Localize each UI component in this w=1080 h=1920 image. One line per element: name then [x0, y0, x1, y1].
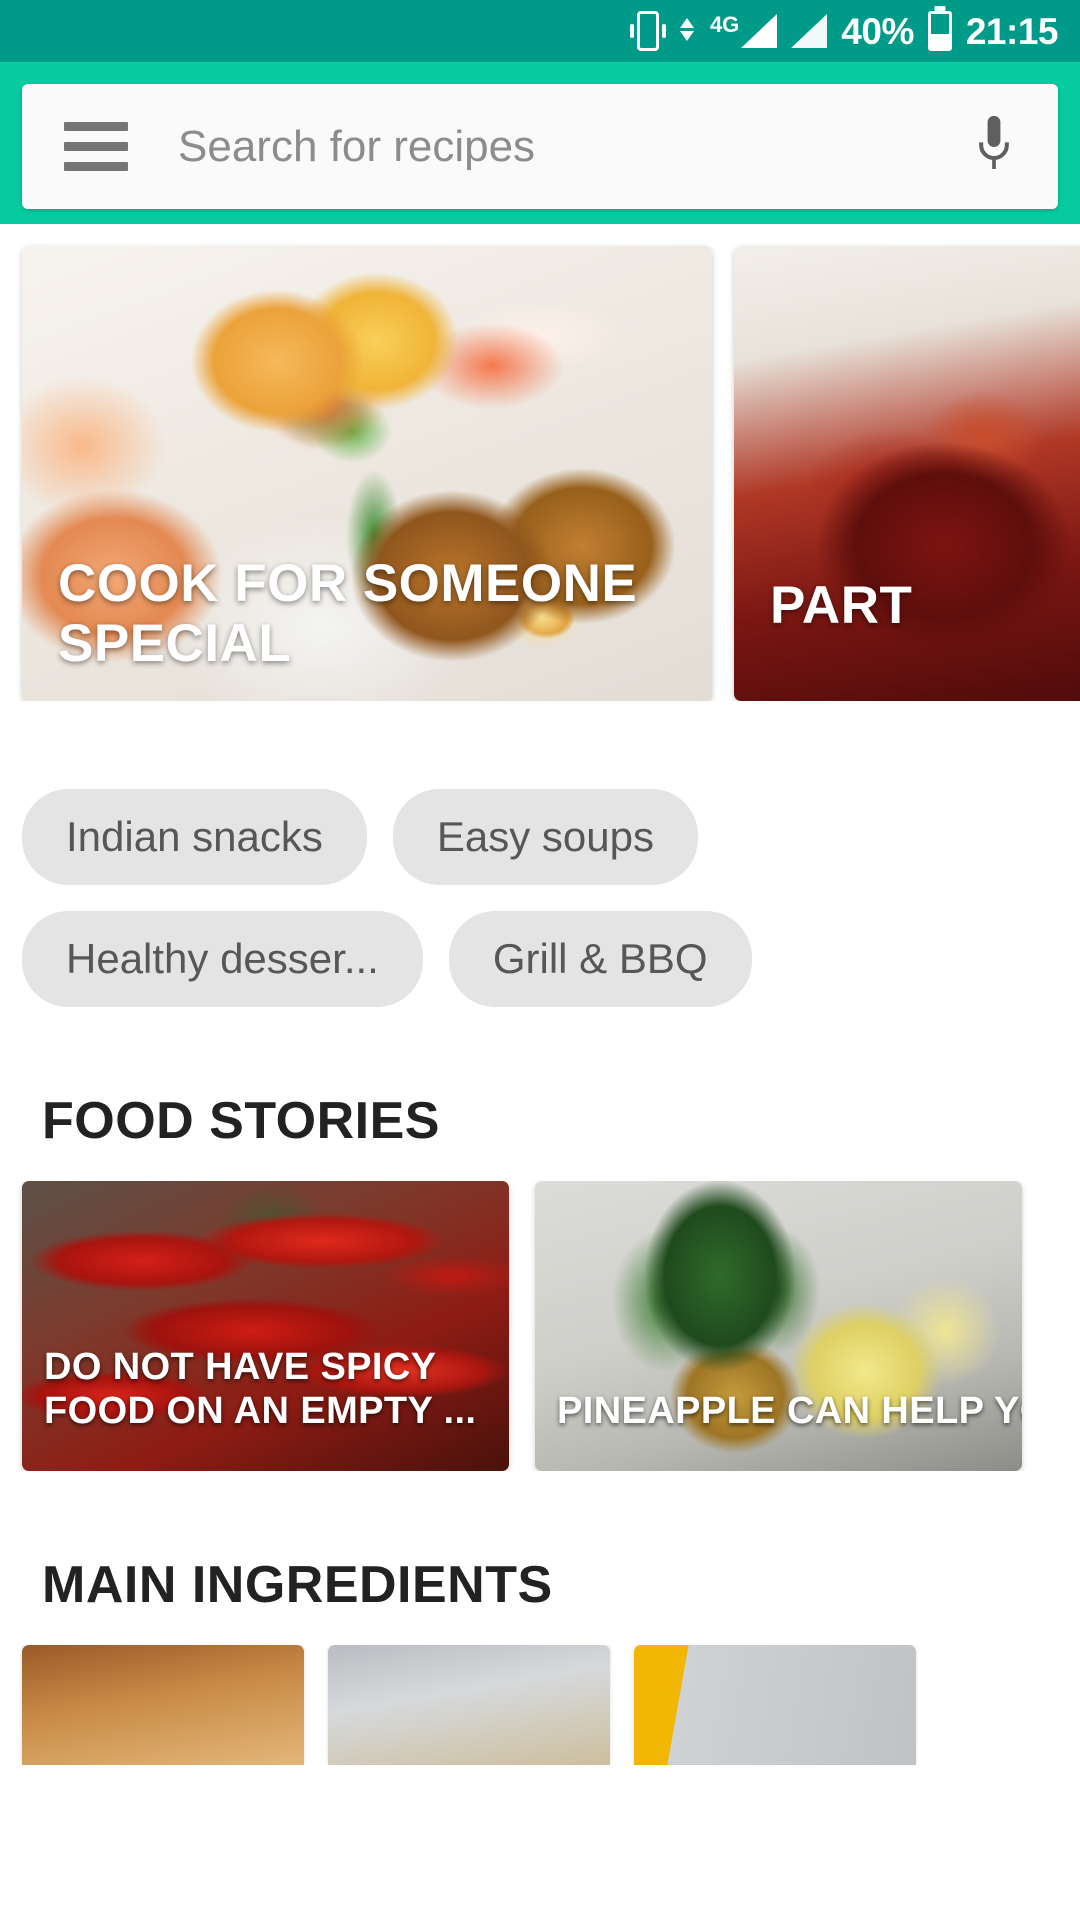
section-title-food-stories: Food Stories — [42, 1092, 440, 1150]
hero-carousel[interactable]: Cook for someone special Part — [0, 224, 1080, 701]
data-transfer-icon — [679, 17, 694, 41]
main-ingredient-card[interactable] — [328, 1645, 610, 1765]
search-input[interactable] — [178, 121, 964, 172]
category-chip-grill-bbq[interactable]: Grill & BBQ — [448, 911, 752, 1007]
battery-icon — [927, 11, 952, 51]
main-ingredients-carousel[interactable] — [0, 1645, 1080, 1765]
status-bar: 4G 40% 21:15 — [0, 0, 1080, 62]
clock-label: 21:15 — [965, 10, 1059, 52]
food-story-title: Pineapple can help you burn fat — [557, 1389, 1022, 1432]
hero-card[interactable]: Cook for someone special — [22, 246, 712, 701]
page-content: Cook for someone special Part Indian sna… — [0, 224, 1080, 1765]
food-story-card[interactable]: Pineapple can help you burn fat — [535, 1181, 1022, 1471]
network-type-label: 4G — [709, 12, 740, 37]
signal-icon-1: 4G — [709, 12, 778, 48]
food-story-title: Do not have spicy food on an empty ... — [44, 1346, 477, 1432]
search-bar[interactable] — [22, 84, 1058, 209]
vibrate-icon — [629, 11, 666, 51]
hero-card-title: Part — [770, 575, 913, 635]
food-stories-carousel[interactable]: Do not have spicy food on an empty ... P… — [0, 1181, 1080, 1471]
app-header — [0, 62, 1080, 224]
hero-card-title: Cook for someone special — [58, 554, 638, 673]
main-ingredient-card[interactable] — [634, 1645, 916, 1765]
category-chip-easy-soups[interactable]: Easy soups — [392, 789, 698, 885]
category-chip-list: Indian snacks Easy soups Healthy desser.… — [0, 701, 860, 1007]
category-chip-healthy-desserts[interactable]: Healthy desser... — [22, 911, 423, 1007]
battery-percent-label: 40% — [841, 10, 914, 52]
section-title-main-ingredients: Main Ingredients — [42, 1556, 553, 1614]
hero-card[interactable]: Part — [734, 246, 1080, 701]
microphone-icon[interactable] — [964, 108, 1024, 186]
main-ingredient-card[interactable] — [22, 1645, 304, 1765]
signal-icon-2 — [791, 14, 828, 48]
category-chip-indian-snacks[interactable]: Indian snacks — [22, 789, 367, 885]
hamburger-menu-icon[interactable] — [64, 122, 128, 171]
food-story-card[interactable]: Do not have spicy food on an empty ... — [22, 1181, 509, 1471]
